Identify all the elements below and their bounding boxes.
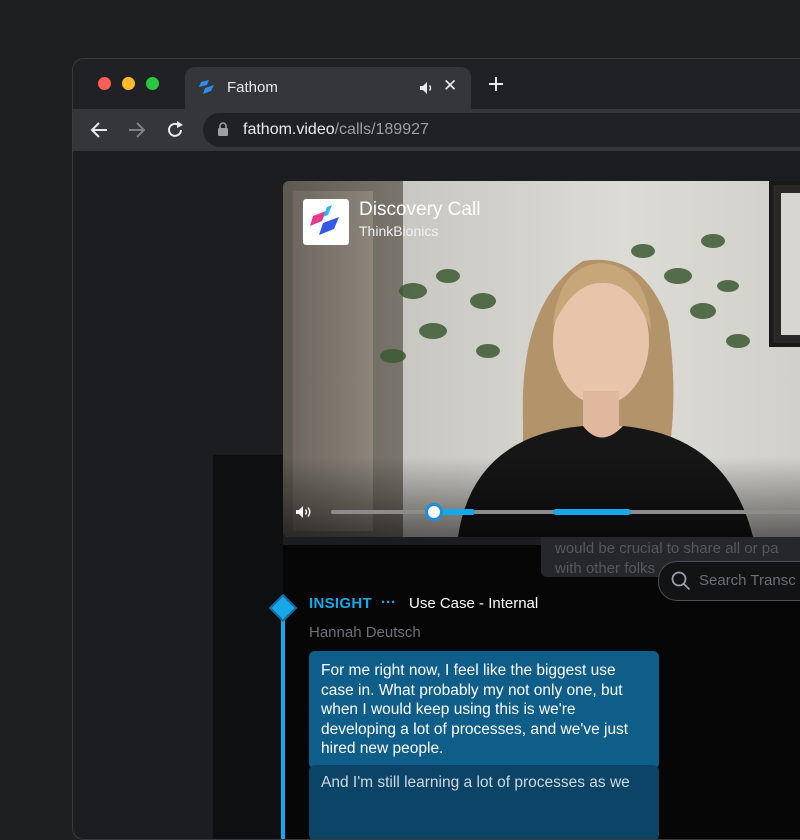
transcript-bubble[interactable]: For me right now, I feel like the bigges… [309, 651, 659, 769]
tab-title: Fathom [227, 79, 278, 96]
lock-icon [217, 122, 229, 142]
title-bar: Fathom ✕ [73, 59, 800, 109]
insight-menu-icon[interactable]: ··· [381, 594, 396, 611]
search-transcript-input[interactable]: Search Transc [658, 561, 800, 601]
new-tab-button[interactable] [487, 75, 505, 98]
browser-window: Fathom ✕ fathom.video/calls/189927 would… [72, 58, 800, 840]
video-controls-shadow [283, 457, 800, 537]
browser-toolbar: fathom.video/calls/189927 [73, 109, 800, 151]
left-panel [213, 455, 283, 839]
minimize-window-button[interactable] [122, 77, 135, 90]
back-icon[interactable] [89, 120, 109, 145]
page-content: would be crucial to share all or pa with… [73, 151, 800, 839]
address-bar[interactable]: fathom.video/calls/189927 [203, 113, 800, 147]
volume-icon[interactable] [295, 505, 313, 524]
video-scrubber[interactable] [331, 503, 800, 521]
insight-topic: Use Case - Internal [409, 595, 539, 612]
search-placeholder: Search Transc [699, 572, 796, 589]
highlight-segment[interactable] [553, 509, 631, 515]
search-icon [671, 571, 691, 596]
close-tab-icon[interactable]: ✕ [443, 77, 457, 95]
insight-timeline [281, 611, 285, 839]
video-subtitle: ThinkBionics [359, 223, 439, 239]
browser-tab[interactable]: Fathom ✕ [185, 67, 471, 109]
insight-label: INSIGHT [309, 595, 372, 612]
url-host: fathom.video [243, 121, 335, 138]
company-logo [303, 199, 349, 245]
maximize-window-button[interactable] [146, 77, 159, 90]
url-path: /calls/189927 [334, 121, 429, 138]
speaker-name: Hannah Deutsch [309, 624, 421, 641]
previous-line-1: would be crucial to share all or pa [555, 540, 779, 557]
reload-icon[interactable] [165, 120, 185, 145]
plus-icon [489, 77, 503, 91]
url-text: fathom.video/calls/189927 [243, 121, 429, 139]
forward-icon[interactable] [127, 120, 147, 145]
video-title: Discovery Call [359, 199, 481, 220]
close-window-button[interactable] [98, 77, 111, 90]
fathom-logo-icon [199, 79, 217, 100]
transcript-bubble-next[interactable]: And I'm still learning a lot of processe… [309, 765, 659, 839]
thinkbionics-logo-icon [310, 205, 339, 235]
speaker-icon[interactable] [419, 81, 435, 100]
video-player[interactable]: Discovery Call ThinkBionics [283, 181, 800, 537]
